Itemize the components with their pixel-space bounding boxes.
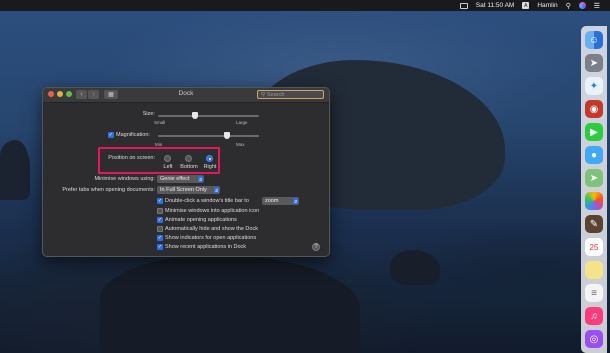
stickies-icon[interactable] bbox=[585, 261, 603, 279]
auto-hide-label: Automatically hide and show the Dock bbox=[165, 226, 258, 232]
notes-icon[interactable]: ✎ bbox=[585, 215, 603, 233]
search-icon: ⚲ bbox=[261, 91, 266, 98]
search-placeholder: Search bbox=[267, 91, 285, 98]
size-min-label: Small bbox=[154, 120, 166, 125]
menu-bar: Sat 11:50 AM A Hamlin ⚲ ☰ bbox=[0, 0, 610, 11]
menubar-clock[interactable]: Sat 11:50 AM bbox=[476, 2, 515, 9]
magnification-slider-knob[interactable] bbox=[224, 132, 230, 139]
show-indicators-label: Show indicators for open applications bbox=[165, 235, 257, 241]
photos-icon[interactable] bbox=[585, 192, 603, 210]
island-shape bbox=[0, 140, 30, 200]
podcasts-icon[interactable]: ◎ bbox=[585, 330, 603, 348]
minimise-effect-value: Genie effect bbox=[160, 176, 190, 182]
magnification-label: Magnification: bbox=[116, 132, 150, 138]
messages-icon[interactable]: ● bbox=[585, 146, 603, 164]
maps-icon[interactable]: ➤ bbox=[585, 169, 603, 187]
minimise-into-icon-label: Minimise windows into application icon bbox=[165, 208, 260, 214]
minimise-into-icon-checkbox[interactable] bbox=[157, 208, 163, 214]
size-max-label: Large bbox=[236, 120, 248, 125]
island-shape bbox=[100, 255, 360, 353]
siri-icon[interactable] bbox=[578, 2, 586, 9]
double-click-checkbox[interactable]: ✓ bbox=[157, 198, 163, 204]
minimise-label: Minimise windows using: bbox=[94, 176, 155, 182]
calendar-icon[interactable]: 25 bbox=[585, 238, 603, 256]
calendar-day: 25 bbox=[589, 242, 599, 252]
auto-hide-checkbox[interactable] bbox=[157, 226, 163, 232]
magnification-slider[interactable] bbox=[158, 135, 259, 137]
prefer-tabs-label: Prefer tabs when opening documents: bbox=[62, 187, 155, 193]
minimise-effect-popup[interactable]: Genie effect ⇵ bbox=[157, 175, 204, 183]
animate-opening-checkbox[interactable]: ✓ bbox=[157, 217, 163, 223]
magnification-checkbox[interactable]: ✓ bbox=[108, 132, 114, 138]
size-slider[interactable] bbox=[158, 115, 259, 117]
facetime-icon[interactable]: ▶ bbox=[585, 123, 603, 141]
title-bar[interactable]: ‹ › ▦ Dock ⚲ Search bbox=[43, 88, 329, 103]
double-click-action-value: zoom bbox=[265, 198, 279, 204]
magnification-max-label: Max bbox=[236, 142, 245, 147]
size-label: Size: bbox=[142, 111, 155, 117]
search-input[interactable]: ⚲ Search bbox=[257, 90, 324, 99]
reminders-icon[interactable]: ≡ bbox=[585, 284, 603, 302]
double-click-action-popup[interactable]: zoom ⇵ bbox=[262, 197, 299, 205]
launchpad-icon[interactable]: ➤ bbox=[585, 54, 603, 72]
popup-arrows-icon: ⇵ bbox=[214, 187, 219, 193]
safari-icon[interactable]: ✦ bbox=[585, 77, 603, 95]
prefer-tabs-popup[interactable]: In Full Screen Only ⇵ bbox=[157, 186, 220, 194]
input-source-icon[interactable]: A bbox=[522, 2, 530, 9]
double-click-label: Double-click a window's title bar to bbox=[165, 198, 249, 204]
size-slider-knob[interactable] bbox=[192, 112, 198, 119]
notification-center-icon[interactable]: ☰ bbox=[594, 2, 600, 10]
animate-opening-label: Animate opening applications bbox=[165, 217, 237, 223]
island-shape bbox=[390, 250, 440, 285]
display-mirroring-icon[interactable] bbox=[459, 2, 468, 9]
show-recent-checkbox[interactable]: ✓ bbox=[157, 244, 163, 250]
photo-booth-icon[interactable]: ◉ bbox=[585, 100, 603, 118]
finder-icon[interactable]: ☺ bbox=[585, 31, 603, 49]
popup-arrows-icon: ⇵ bbox=[198, 176, 203, 182]
menubar-user[interactable]: Hamlin bbox=[537, 2, 557, 9]
prefer-tabs-value: In Full Screen Only bbox=[160, 187, 207, 193]
position-highlight-box bbox=[98, 147, 220, 174]
show-recent-label: Show recent applications in Dock bbox=[165, 244, 247, 250]
spotlight-icon[interactable]: ⚲ bbox=[566, 2, 571, 10]
show-indicators-checkbox[interactable]: ✓ bbox=[157, 235, 163, 241]
dock: ☺ ➤ ✦ ◉ ▶ ● ➤ ✎ 25 ≡ ♫ ◎ bbox=[581, 26, 607, 353]
help-button[interactable]: ? bbox=[312, 243, 320, 251]
itunes-icon[interactable]: ♫ bbox=[585, 307, 603, 325]
popup-arrows-icon: ⇵ bbox=[293, 198, 298, 204]
